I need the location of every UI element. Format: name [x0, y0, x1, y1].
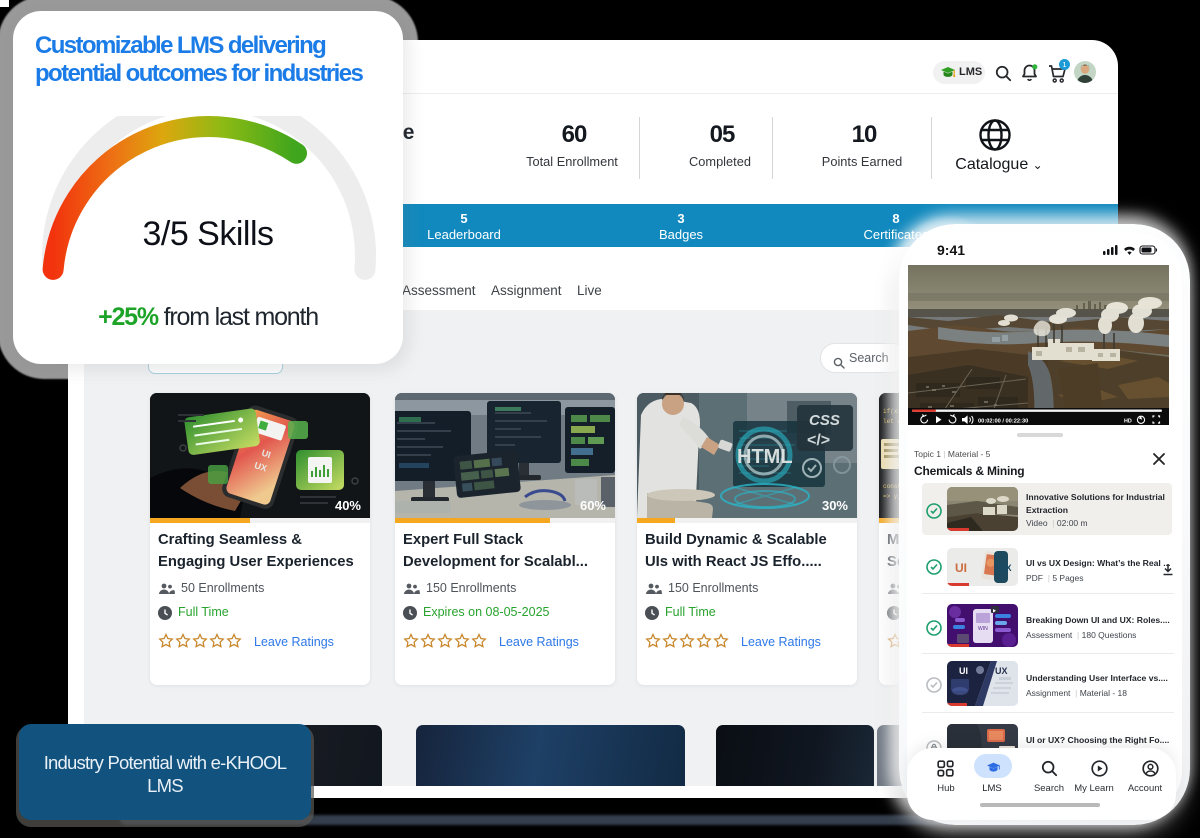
svg-text:00:02:00 / 00:22:30: 00:02:00 / 00:22:30: [978, 418, 1028, 424]
svg-text:UI: UI: [955, 561, 967, 575]
svg-text:CSS: CSS: [809, 412, 840, 429]
svg-text:</>: </>: [807, 432, 830, 449]
svg-text:HTML: HTML: [737, 446, 793, 468]
svg-text:HD: HD: [1124, 418, 1132, 424]
svg-text:UX: UX: [999, 563, 1012, 573]
svg-text:UX: UX: [995, 666, 1008, 676]
svg-text:UI: UI: [959, 666, 968, 676]
svg-text:WIN: WIN: [978, 626, 988, 632]
